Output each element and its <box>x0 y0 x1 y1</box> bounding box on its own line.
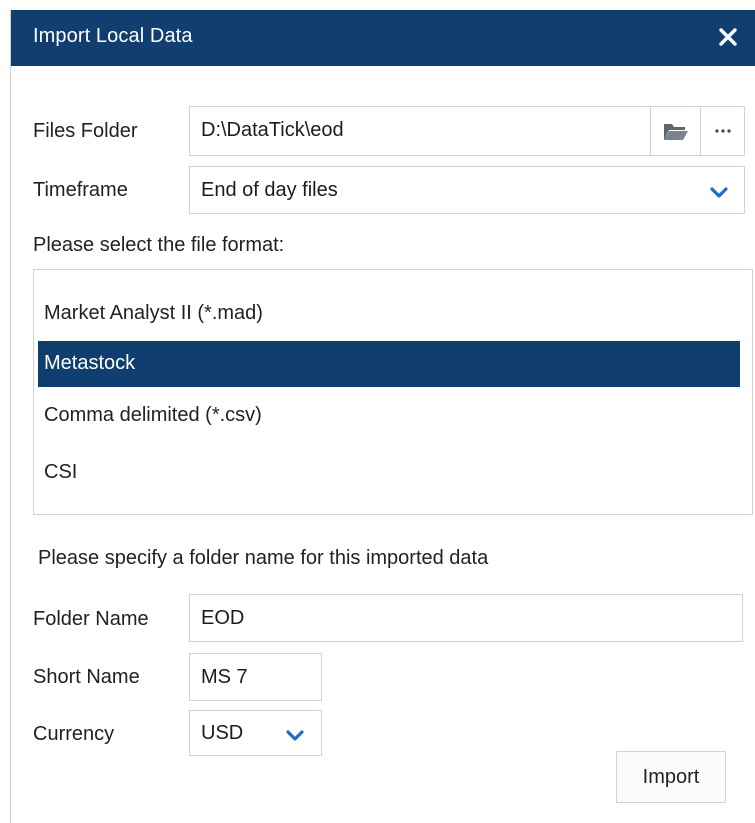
list-item-label: Comma delimited (*.csv) <box>44 404 262 426</box>
chevron-down-icon <box>286 726 304 749</box>
folder-name-field[interactable]: EOD <box>189 594 743 642</box>
currency-select[interactable]: USD <box>189 710 322 756</box>
currency-value: USD <box>201 722 244 744</box>
chevron-down-icon <box>710 183 728 206</box>
folder-open-icon[interactable] <box>650 107 700 155</box>
files-folder-label: Files Folder <box>33 120 138 142</box>
timeframe-label: Timeframe <box>33 179 128 201</box>
short-name-label: Short Name <box>33 666 140 688</box>
dialog-title: Import Local Data <box>33 25 193 47</box>
timeframe-value: End of day files <box>201 179 338 201</box>
timeframe-select[interactable]: End of day files <box>189 166 745 214</box>
files-folder-field[interactable]: D:\DataTick\eod <box>189 106 745 156</box>
list-item[interactable]: Comma delimited (*.csv) <box>38 393 740 439</box>
folder-name-value: EOD <box>201 607 245 629</box>
short-name-field[interactable]: MS 7 <box>189 653 322 701</box>
currency-label: Currency <box>33 723 115 745</box>
close-icon[interactable] <box>714 23 742 51</box>
ellipsis-icon[interactable] <box>700 107 744 155</box>
file-format-list: Market Analyst II (*.mad) Metastock Comm… <box>33 269 753 515</box>
list-item[interactable]: CSI <box>38 450 740 496</box>
folder-name-prompt: Please specify a folder name for this im… <box>38 547 489 569</box>
list-item-label: Market Analyst II (*.mad) <box>44 302 263 324</box>
files-folder-value: D:\DataTick\eod <box>201 119 344 141</box>
dialog-titlebar: Import Local Data <box>11 10 755 66</box>
list-item-label: CSI <box>44 461 78 483</box>
list-item-selected[interactable]: Metastock <box>38 341 740 387</box>
import-button-label: Import <box>642 765 700 788</box>
import-local-data-dialog: Import Local Data Files Folder D:\DataTi… <box>10 10 755 823</box>
import-button[interactable]: Import <box>616 751 726 803</box>
file-format-prompt: Please select the file format: <box>33 234 285 256</box>
short-name-value: MS 7 <box>201 666 248 688</box>
list-item[interactable]: Market Analyst II (*.mad) <box>38 291 740 337</box>
folder-name-label: Folder Name <box>33 608 149 630</box>
list-item-label: Metastock <box>44 352 136 374</box>
